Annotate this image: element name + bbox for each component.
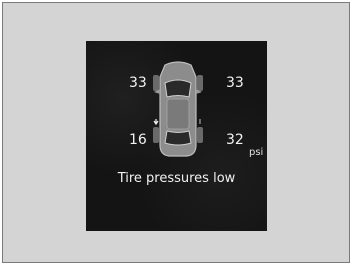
front-right-pressure: 33 xyxy=(226,75,244,91)
front-right-tire xyxy=(197,75,203,91)
rear-right-tire xyxy=(197,127,203,143)
tpms-display: 33 33 16 32 psi Tire pressures low xyxy=(86,41,267,231)
front-left-tire xyxy=(153,75,159,91)
warning-message: Tire pressures low xyxy=(117,171,236,186)
rear-left-pressure: 16 xyxy=(129,132,147,148)
rear-left-tire xyxy=(153,127,159,143)
pressure-unit: psi xyxy=(249,147,264,158)
car-top-view-icon xyxy=(153,61,203,157)
illustration-frame: 33 33 16 32 psi Tire pressures low xyxy=(2,2,350,263)
tire-low-indicator-icon xyxy=(153,119,159,126)
rear-right-pressure: 32 xyxy=(226,132,244,148)
front-left-pressure: 33 xyxy=(129,75,147,91)
